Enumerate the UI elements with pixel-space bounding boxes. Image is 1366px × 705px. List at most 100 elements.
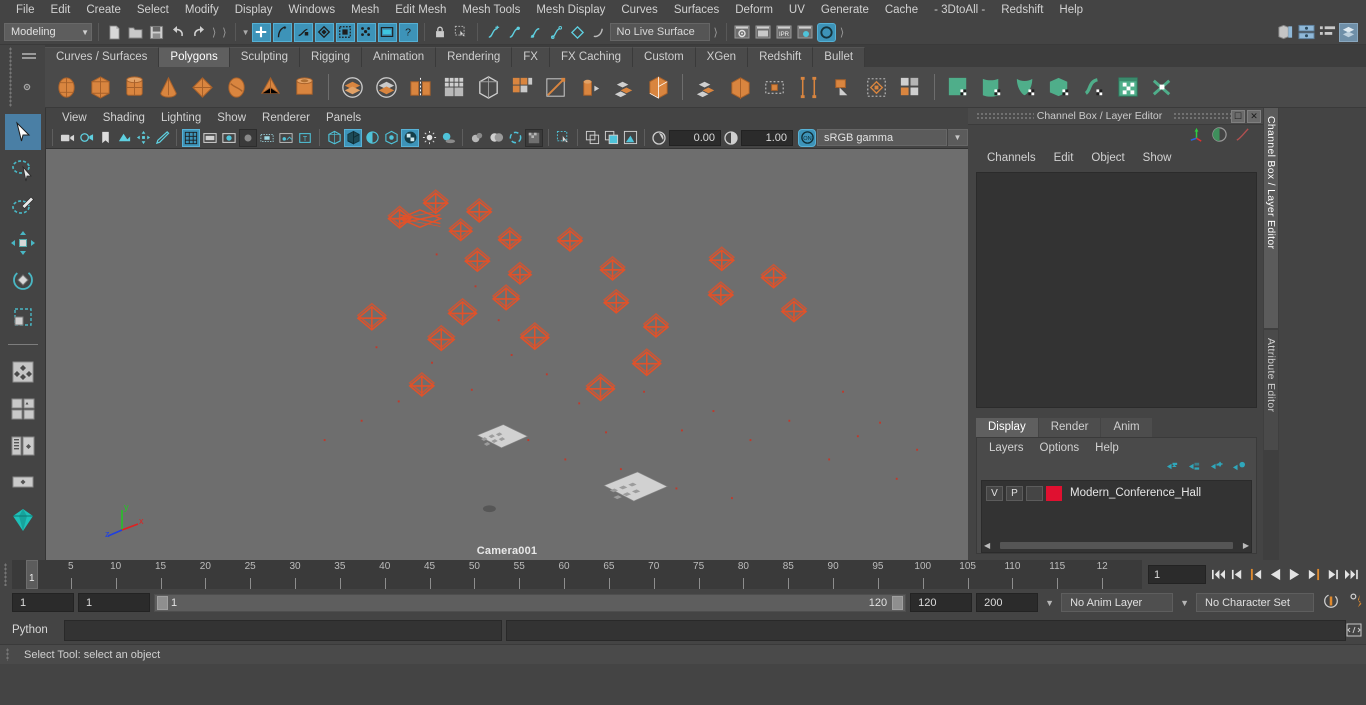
drag-handle[interactable] (976, 111, 1034, 121)
range-start-field[interactable]: 1 (78, 593, 150, 612)
uv-planar-icon[interactable] (943, 72, 974, 103)
multisample-aa-icon[interactable] (506, 129, 524, 147)
layer-row[interactable]: V P Modern_Conference_Hall (982, 484, 1251, 502)
live-surface-field[interactable]: No Live Surface (609, 23, 710, 41)
lighting-icon[interactable] (420, 129, 438, 147)
render-settings-icon[interactable] (796, 23, 815, 42)
poly-cube-icon[interactable] (85, 72, 116, 103)
poly-bevel-icon[interactable] (609, 72, 640, 103)
open-outliner-icon[interactable] (1276, 23, 1295, 42)
new-layer-icon[interactable] (1209, 460, 1224, 476)
current-time-indicator[interactable]: 1 (26, 560, 38, 589)
poly-connect-icon[interactable] (827, 72, 858, 103)
scroll-right-icon[interactable]: ▶ (1243, 541, 1249, 550)
command-output[interactable] (506, 619, 1346, 641)
chevron-down-icon[interactable]: ▼ (1042, 598, 1057, 608)
lasso-select-tool[interactable] (5, 151, 41, 187)
menu-mesh[interactable]: Mesh (343, 2, 387, 18)
poly-crease-icon[interactable] (861, 72, 892, 103)
poly-cone-icon[interactable] (153, 72, 184, 103)
move-tool[interactable] (5, 225, 41, 261)
menu-select[interactable]: Select (129, 2, 177, 18)
exposure-control-icon[interactable] (650, 129, 668, 147)
scroll-track[interactable] (1000, 542, 1233, 549)
menu-generate[interactable]: Generate (813, 2, 877, 18)
shelf-tab-custom[interactable]: Custom (633, 47, 696, 67)
poly-torus-icon[interactable] (221, 72, 252, 103)
color-profile-selector[interactable]: sRGB gamma (817, 129, 947, 146)
poly-mirror-icon[interactable] (405, 72, 436, 103)
poly-bridge-icon[interactable] (691, 72, 722, 103)
close-icon[interactable]: ✕ (1247, 109, 1261, 123)
move-layer-down-icon[interactable] (1187, 460, 1202, 476)
viewport-menu-view[interactable]: View (54, 110, 95, 126)
snap-curve-icon[interactable] (505, 23, 524, 42)
layer-tab-anim[interactable]: Anim (1101, 418, 1152, 437)
shaded-hardware-icon[interactable] (363, 129, 381, 147)
drag-handle[interactable] (9, 47, 12, 107)
vertical-tab-channel-box[interactable]: Channel Box / Layer Editor (1264, 108, 1278, 328)
layer-menu-options[interactable]: Options (1032, 441, 1088, 455)
exposure-field[interactable]: 0.00 (669, 129, 721, 146)
play-backwards-icon[interactable] (1267, 565, 1284, 585)
depth-peeling-icon[interactable] (525, 128, 543, 147)
layer-menu-help[interactable]: Help (1087, 441, 1127, 455)
poly-cylinder-icon[interactable] (119, 72, 150, 103)
layer-visibility-toggle[interactable]: V (986, 485, 1003, 501)
bookmark-icon[interactable] (96, 129, 114, 147)
toggle-hypershade-icon[interactable] (816, 22, 836, 42)
poly-booleans-union-icon[interactable] (337, 72, 368, 103)
drag-handle[interactable] (1173, 111, 1231, 121)
snap-point-icon[interactable] (526, 23, 545, 42)
menu-help[interactable]: Help (1051, 2, 1091, 18)
viewport-menu-shading[interactable]: Shading (95, 110, 153, 126)
range-end-grip[interactable] (892, 595, 904, 610)
shelf-tab-bullet[interactable]: Bullet (813, 47, 866, 67)
render-sequence-icon[interactable] (754, 23, 773, 42)
save-scene-icon[interactable] (147, 23, 166, 42)
shelf-tab-fx-caching[interactable]: FX Caching (549, 47, 634, 67)
isolate-select-icon[interactable] (554, 129, 572, 147)
help-icon[interactable]: ? (398, 22, 418, 42)
outliner-persp-layout[interactable] (5, 428, 41, 464)
screen-space-ao-icon[interactable] (468, 129, 486, 147)
smooth-shaded-icon[interactable] (344, 128, 362, 147)
drag-handle[interactable] (6, 648, 9, 661)
menu-edit[interactable]: Edit (43, 2, 79, 18)
character-set-selector[interactable]: No Character Set (1196, 593, 1314, 612)
go-to-start-icon[interactable] (1210, 565, 1227, 585)
menu-edit-mesh[interactable]: Edit Mesh (387, 2, 454, 18)
poly-smooth-icon[interactable] (473, 72, 504, 103)
3d-viewport[interactable]: y x z Camera001 (46, 149, 968, 560)
scroll-left-icon[interactable]: ◀ (984, 541, 990, 550)
select-camera-icon[interactable] (58, 129, 76, 147)
poly-booleans-difference-icon[interactable] (371, 72, 402, 103)
menu-surfaces[interactable]: Surfaces (666, 2, 727, 18)
anim-layer-selector[interactable]: No Anim Layer (1061, 593, 1174, 612)
animation-preferences-icon[interactable] (1348, 592, 1366, 613)
hypergraph-persp-layout[interactable] (5, 465, 41, 501)
channelbox-menu-show[interactable]: Show (1134, 151, 1181, 165)
shelf-tab-rendering[interactable]: Rendering (436, 47, 513, 67)
rotate-tool[interactable] (5, 262, 41, 298)
shelf-tab-curves-surfaces[interactable]: Curves / Surfaces (45, 47, 160, 67)
menu-windows[interactable]: Windows (280, 2, 343, 18)
play-forwards-icon[interactable] (1286, 565, 1303, 585)
open-channel-box-icon[interactable] (1339, 22, 1358, 42)
move-layer-up-icon[interactable] (1165, 460, 1180, 476)
exposure-icon[interactable] (277, 129, 295, 147)
shelf-tab-redshift[interactable]: Redshift (748, 47, 814, 67)
snapshot-icon[interactable] (621, 129, 639, 147)
menu-set-selector[interactable]: Modeling ▼ (4, 23, 92, 41)
menu-mesh-display[interactable]: Mesh Display (528, 2, 613, 18)
channelbox-menu-channels[interactable]: Channels (978, 151, 1045, 165)
highlight-selection-icon[interactable] (335, 22, 355, 42)
shelf-tab-fx[interactable]: FX (512, 47, 550, 67)
color-management-toggle-icon[interactable]: ON (798, 128, 816, 147)
menu-3dtoall[interactable]: - 3DtoAll - (926, 2, 993, 18)
channelbox-menu-object[interactable]: Object (1082, 151, 1133, 165)
image-plane-icon[interactable] (115, 129, 133, 147)
uv-editor-icon[interactable] (1113, 72, 1144, 103)
poly-pipe-icon[interactable] (289, 72, 320, 103)
channelbox-menu-edit[interactable]: Edit (1045, 151, 1083, 165)
